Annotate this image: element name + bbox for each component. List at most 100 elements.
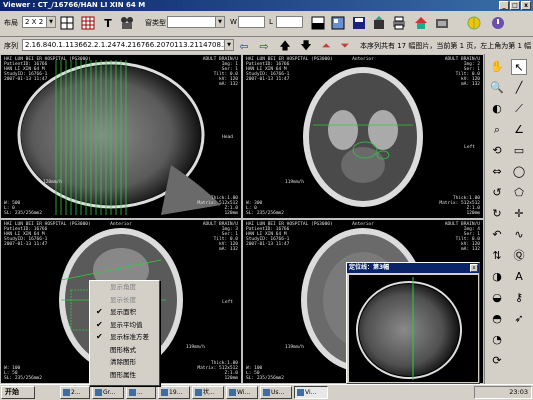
layout-select[interactable]: 2 X 2 ▼ <box>22 16 56 28</box>
taskbar-item-label: ... <box>137 389 143 396</box>
rectangle-icon[interactable]: ▭ <box>511 143 527 159</box>
pan-hand-icon[interactable]: ✋ <box>489 59 505 75</box>
pane-overlay-bottom-left: W: 300 L: 0 SL: 235/256mm2 <box>246 201 284 216</box>
window-level-icon[interactable] <box>310 15 326 31</box>
taskbar-item-active[interactable]: Vi... <box>294 386 328 399</box>
pane-overlay-bottom-right: Thick:1.00 Matrix: 512x512 Z:1.0 120mm <box>197 361 238 381</box>
start-button[interactable]: 开始 <box>1 386 35 399</box>
taskbar-item[interactable]: 19... <box>158 386 190 399</box>
angle-icon[interactable]: ∠ <box>511 122 527 138</box>
film-camera-icon[interactable] <box>119 15 135 31</box>
maximize-button[interactable]: □ <box>510 1 520 10</box>
pane-overlay-top-right: ADULT BRAIN/U Img: 3 Ser: 1 Tilt: 0.0 kV… <box>202 222 238 252</box>
taskbar-item[interactable]: 2... <box>60 386 90 399</box>
menu-item-show-mean[interactable]: ✔ 显示平均值 <box>90 319 159 332</box>
peace-icon[interactable] <box>466 15 482 31</box>
clock: 23:03 <box>509 388 528 396</box>
mirror-icon[interactable]: ⇅ <box>489 248 505 264</box>
invert-icon[interactable]: ◑ <box>489 269 505 285</box>
l-input[interactable] <box>276 16 303 28</box>
chevron-down-icon[interactable]: ▼ <box>46 17 55 27</box>
menu-item-show-stddev[interactable]: ✔ 显示标准方差 <box>90 331 159 344</box>
arrow-tool-icon[interactable]: ➶ <box>511 311 527 327</box>
ruler-icon[interactable]: ⟋ <box>511 101 527 117</box>
export-icon[interactable] <box>371 15 387 31</box>
chevron-down-icon[interactable]: ▼ <box>215 17 224 27</box>
menu-item-label: 显示长度 <box>110 295 136 304</box>
next-arrow-icon[interactable]: ⇨ <box>256 38 272 54</box>
window-type-label: 窗类型 <box>145 19 166 27</box>
polygon-icon[interactable]: ⬠ <box>511 185 527 201</box>
undo-icon[interactable]: ↶ <box>489 227 505 243</box>
pointer-icon[interactable]: ↖ <box>511 59 527 75</box>
menu-item-show-length[interactable]: 显示长度 <box>90 294 159 307</box>
annotation-text-icon[interactable]: A <box>511 269 527 285</box>
contrast-icon[interactable]: ◐ <box>489 101 505 117</box>
taskbar-item-label: Wi... <box>237 389 251 396</box>
image-pane-2[interactable]: HAI LUN BEI ER HOSPITAL (PG3000) Patient… <box>243 55 483 218</box>
pane-overlay-bottom-right: Thick:1.00 Matrix: 512x512 Z:1.0 120mm <box>197 196 238 216</box>
key-icon[interactable]: ⚷ <box>511 290 527 306</box>
flip-horizontal-icon[interactable]: ⇔ <box>489 164 505 180</box>
menu-item-show-angle[interactable]: 显示角度 <box>90 281 159 294</box>
taskbar-item[interactable]: Us... <box>260 386 292 399</box>
previous-arrow-icon[interactable]: ⇦ <box>236 38 252 54</box>
chevron-down-icon[interactable]: ▼ <box>224 40 233 50</box>
save-icon[interactable] <box>351 15 367 31</box>
layout-tool-icon[interactable] <box>330 15 346 31</box>
context-menu: 显示角度 显示长度 ✔ 显示面积 ✔ 显示平均值 ✔ 显示标准方差 图形格式 清除图形… <box>89 280 160 386</box>
pane-orientation: Left <box>222 300 233 305</box>
refresh-icon[interactable]: ⟳ <box>489 353 505 369</box>
rotate-icon[interactable]: ⟲ <box>489 143 505 159</box>
magnifier-icon[interactable]: ⌕ <box>489 122 505 138</box>
minimize-button[interactable]: _ <box>499 1 509 10</box>
home-icon[interactable] <box>413 15 429 31</box>
curve-icon[interactable]: ∿ <box>511 227 527 243</box>
zoom-icon[interactable]: 🔍 <box>489 80 505 96</box>
film-print-icon[interactable] <box>434 15 450 31</box>
window-preset-icon[interactable]: ◒ <box>489 290 505 306</box>
multi-grid-icon[interactable] <box>80 15 96 31</box>
sequence-value: 2.16.840.1.113662.2.1.2474.216766.207011… <box>25 41 234 49</box>
rotate-left-icon[interactable]: ↺ <box>489 185 505 201</box>
close-icon[interactable]: x <box>470 264 478 272</box>
tool-palette: ✋ ↖ 🔍 ╱ ◐ ⟋ ⌕ ∠ ⟲ ▭ ⇔ ◯ ↺ ⬠ ↻ ✛ ↶ ∿ ⇅ Ⓠ … <box>484 54 533 384</box>
taskbar-item[interactable]: Gr... <box>92 386 124 399</box>
menu-item-clear-shapes[interactable]: 清除图形 <box>90 356 159 369</box>
pane-scale: 119mm/h <box>285 345 304 350</box>
last-page-icon[interactable]: ⏷ <box>337 38 353 54</box>
localizer-window[interactable]: 定位线：第3幅 x <box>346 262 480 384</box>
ellipse-icon[interactable]: ◯ <box>511 164 527 180</box>
window-type-select[interactable]: ▼ <box>167 16 225 28</box>
exit-icon[interactable] <box>490 15 506 31</box>
reset-icon[interactable]: ◔ <box>489 332 505 348</box>
taskbar-item-label: Vi... <box>305 389 317 396</box>
rotate-right-icon[interactable]: ↻ <box>489 206 505 222</box>
menu-item-label: 显示平均值 <box>110 320 143 329</box>
menu-item-shape-format[interactable]: 图形格式 <box>90 344 159 357</box>
text-tool-icon[interactable]: T <box>100 15 116 31</box>
taskbar-item-label: 19... <box>169 389 183 396</box>
filter-icon[interactable]: ◓ <box>489 311 505 327</box>
point-icon[interactable]: ✛ <box>511 206 527 222</box>
print-icon[interactable] <box>391 15 407 31</box>
check-icon: ✔ <box>96 332 103 341</box>
image-pane-1[interactable]: HAI LUN BEI ER HOSPITAL (PG3000) Patient… <box>1 55 241 218</box>
grid-layout-icon[interactable] <box>59 15 75 31</box>
down-arrow-icon[interactable]: 🡇 <box>298 38 314 54</box>
label-icon[interactable]: Ⓠ <box>511 248 527 264</box>
line-icon[interactable]: ╱ <box>511 80 527 96</box>
taskbar-item[interactable]: 状... <box>192 386 224 399</box>
menu-item-shape-properties[interactable]: 图形属性 <box>90 369 159 382</box>
sequence-select[interactable]: 2.16.840.1.113662.2.1.2474.216766.207011… <box>22 39 234 51</box>
taskbar-item-label: 2... <box>71 389 81 396</box>
menu-item-show-area[interactable]: ✔ 显示面积 <box>90 306 159 319</box>
up-arrow-icon[interactable]: 🡅 <box>277 38 293 54</box>
first-page-icon[interactable]: ⏶ <box>318 38 334 54</box>
app-icon <box>297 389 304 396</box>
w-input[interactable] <box>238 16 265 28</box>
pane-scale: 119mm/h <box>186 345 205 350</box>
taskbar-item[interactable]: ... <box>126 386 156 399</box>
close-button[interactable]: x <box>521 1 531 10</box>
taskbar-item[interactable]: Wi... <box>226 386 258 399</box>
